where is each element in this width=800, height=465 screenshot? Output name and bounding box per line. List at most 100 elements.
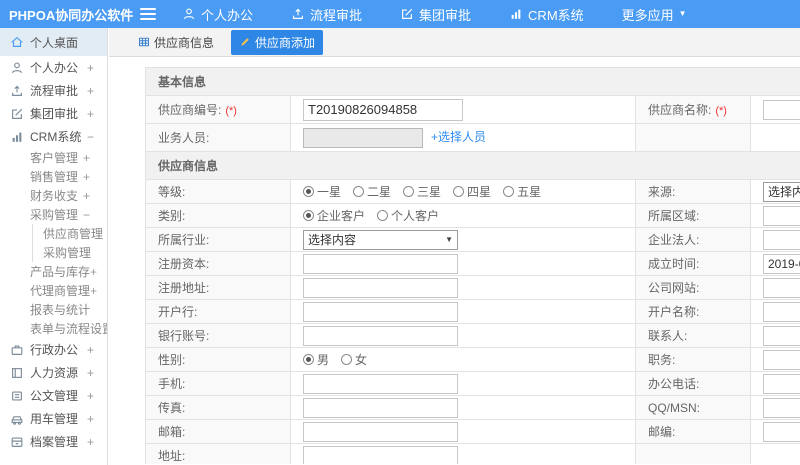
office-phone-input[interactable] [763, 373, 800, 394]
capital-input[interactable] [303, 253, 458, 274]
website-input[interactable] [763, 277, 800, 298]
topnav-label: 更多应用 [621, 7, 674, 23]
zip-input[interactable] [763, 421, 800, 442]
tab-bar: 供应商信息 供应商添加 [109, 28, 800, 57]
topnav-workflow-approval[interactable]: 流程审批 [291, 5, 362, 24]
fax-input[interactable] [303, 397, 458, 418]
expand-icon[interactable]: + [83, 151, 107, 165]
radio-level-1[interactable]: 一星 [303, 183, 341, 200]
bank-account-label: 银行账号: [158, 329, 210, 343]
radio-level-4[interactable]: 四星 [453, 183, 491, 200]
top-nav: 个人办公 流程审批 集团审批 CRM系统 更多应用 ▼ [182, 5, 687, 24]
collapse-icon[interactable]: − [87, 130, 107, 144]
sidebar-item-crm-system[interactable]: CRM系统 − [0, 125, 107, 148]
bank-input[interactable] [303, 301, 458, 322]
expand-icon[interactable]: + [83, 189, 107, 203]
sidebar-item-workflow-approval[interactable]: 流程审批 + [0, 79, 107, 102]
founded-date-input[interactable] [763, 253, 800, 274]
radio-icon [377, 210, 389, 221]
address-input[interactable] [303, 445, 458, 464]
sidebar-item-group-approval[interactable]: 集团审批 + [0, 102, 107, 125]
edit-icon [10, 107, 24, 121]
source-select[interactable]: 选择内容▼ [763, 181, 800, 202]
upload-icon [10, 84, 24, 98]
reg-address-input[interactable] [303, 277, 458, 298]
email-input[interactable] [303, 421, 458, 442]
supplier-code-input[interactable] [303, 98, 463, 121]
briefcase-icon [10, 343, 24, 357]
qq-msn-input[interactable] [763, 397, 800, 418]
expand-icon[interactable]: + [83, 170, 107, 184]
sidebar-item-personal-office[interactable]: 个人办公 + [0, 56, 107, 79]
qq-msn-label: QQ/MSN: [648, 400, 701, 415]
topnav-label: 集团审批 [419, 7, 472, 23]
menu-toggle-icon[interactable] [140, 8, 156, 20]
expand-icon[interactable]: + [87, 412, 107, 426]
expand-icon[interactable]: + [87, 343, 107, 357]
category-label: 类别: [158, 209, 186, 223]
mobile-input[interactable] [303, 373, 458, 394]
expand-icon[interactable]: + [90, 265, 107, 279]
sidebar-item-customer-mgmt[interactable]: 客户管理 + [0, 148, 107, 167]
bank-account-input[interactable] [303, 325, 458, 346]
sidebar-item-reports-stats[interactable]: 报表与统计 [0, 300, 107, 319]
tab-supplier-add[interactable]: 供应商添加 [231, 29, 324, 55]
table-icon [138, 36, 150, 48]
staff-input[interactable] [303, 127, 423, 148]
choose-staff-link[interactable]: +选择人员 [431, 130, 486, 144]
topnav-more-apps[interactable]: 更多应用 ▼ [622, 5, 687, 24]
chart-icon [10, 130, 24, 144]
sidebar-item-form-flow-settings[interactable]: 表单与流程设置 + [0, 319, 107, 338]
sidebar-item-supplier-mgmt[interactable]: 供应商管理 [32, 224, 107, 243]
contact-input[interactable] [763, 325, 800, 346]
sidebar-item-purchase-sub[interactable]: 采购管理 [32, 243, 107, 262]
form-content: 基本信息 供应商编号:(*) 供应商名称:(*) 业务人员: +选择人员 供应商… [109, 57, 800, 464]
sidebar-item-vehicle-mgmt[interactable]: 用车管理 + [0, 407, 107, 430]
document-icon [10, 389, 24, 403]
row-supplier-code: 供应商编号:(*) 供应商名称:(*) [145, 95, 800, 124]
radio-level-3[interactable]: 三星 [403, 183, 441, 200]
radio-gender-male[interactable]: 男 [303, 351, 329, 368]
chart-icon [509, 7, 523, 21]
legal-person-input[interactable] [763, 229, 800, 250]
sidebar-item-personal-desktop[interactable]: 个人桌面 [0, 28, 107, 56]
caret-down-icon: ▼ [678, 9, 687, 18]
collapse-icon[interactable]: − [83, 208, 107, 222]
expand-icon[interactable]: + [87, 84, 107, 98]
region-input[interactable] [763, 205, 800, 226]
sidebar-item-finance[interactable]: 财务收支 + [0, 186, 107, 205]
topnav-crm-system[interactable]: CRM系统 [509, 5, 584, 24]
expand-icon[interactable]: + [87, 61, 107, 75]
expand-icon[interactable]: + [87, 107, 107, 121]
radio-category-personal[interactable]: 个人客户 [377, 207, 439, 224]
sidebar-item-sales-mgmt[interactable]: 销售管理 + [0, 167, 107, 186]
position-input[interactable] [763, 349, 800, 370]
account-name-input[interactable] [763, 301, 800, 322]
topnav-group-approval[interactable]: 集团审批 [400, 5, 471, 24]
topnav-label: 个人办公 [201, 7, 254, 23]
radio-level-5[interactable]: 五星 [503, 183, 541, 200]
expand-icon[interactable]: + [90, 284, 107, 298]
expand-icon[interactable]: + [87, 389, 107, 403]
sidebar-item-archive-mgmt[interactable]: 档案管理 + [0, 430, 107, 453]
supplier-name-input[interactable] [763, 99, 800, 120]
sidebar-item-purchase-mgmt[interactable]: 采购管理 − [0, 205, 107, 224]
sidebar-item-products-inventory[interactable]: 产品与库存 + [0, 262, 107, 281]
radio-gender-female[interactable]: 女 [341, 351, 367, 368]
radio-level-2[interactable]: 二星 [353, 183, 391, 200]
sidebar-item-hr[interactable]: 人力资源 + [0, 361, 107, 384]
sidebar-item-admin-office[interactable]: 行政办公 + [0, 338, 107, 361]
row-mobile: 手机: 办公电话: [145, 371, 800, 396]
supplier-form: 基本信息 供应商编号:(*) 供应商名称:(*) 业务人员: +选择人员 供应商… [144, 67, 800, 464]
expand-icon[interactable]: + [87, 435, 107, 449]
industry-select[interactable]: 选择内容 ▼ [303, 229, 458, 250]
expand-icon[interactable]: + [87, 366, 107, 380]
sidebar-item-agent-mgmt[interactable]: 代理商管理 + [0, 281, 107, 300]
row-level: 等级: 一星 二星 三星 四星 五星 来源: 选择内容▼ [145, 179, 800, 204]
topnav-personal-office[interactable]: 个人办公 [182, 5, 253, 24]
sidebar-item-document-mgmt[interactable]: 公文管理 + [0, 384, 107, 407]
sidebar: 个人桌面 个人办公 + 流程审批 + 集团审批 + CRM系统 − 客户管理 +… [0, 28, 108, 465]
row-capital: 注册资本: 成立时间: [145, 251, 800, 276]
tab-supplier-info[interactable]: 供应商信息 [131, 30, 221, 55]
radio-category-company[interactable]: 企业客户 [303, 207, 365, 224]
